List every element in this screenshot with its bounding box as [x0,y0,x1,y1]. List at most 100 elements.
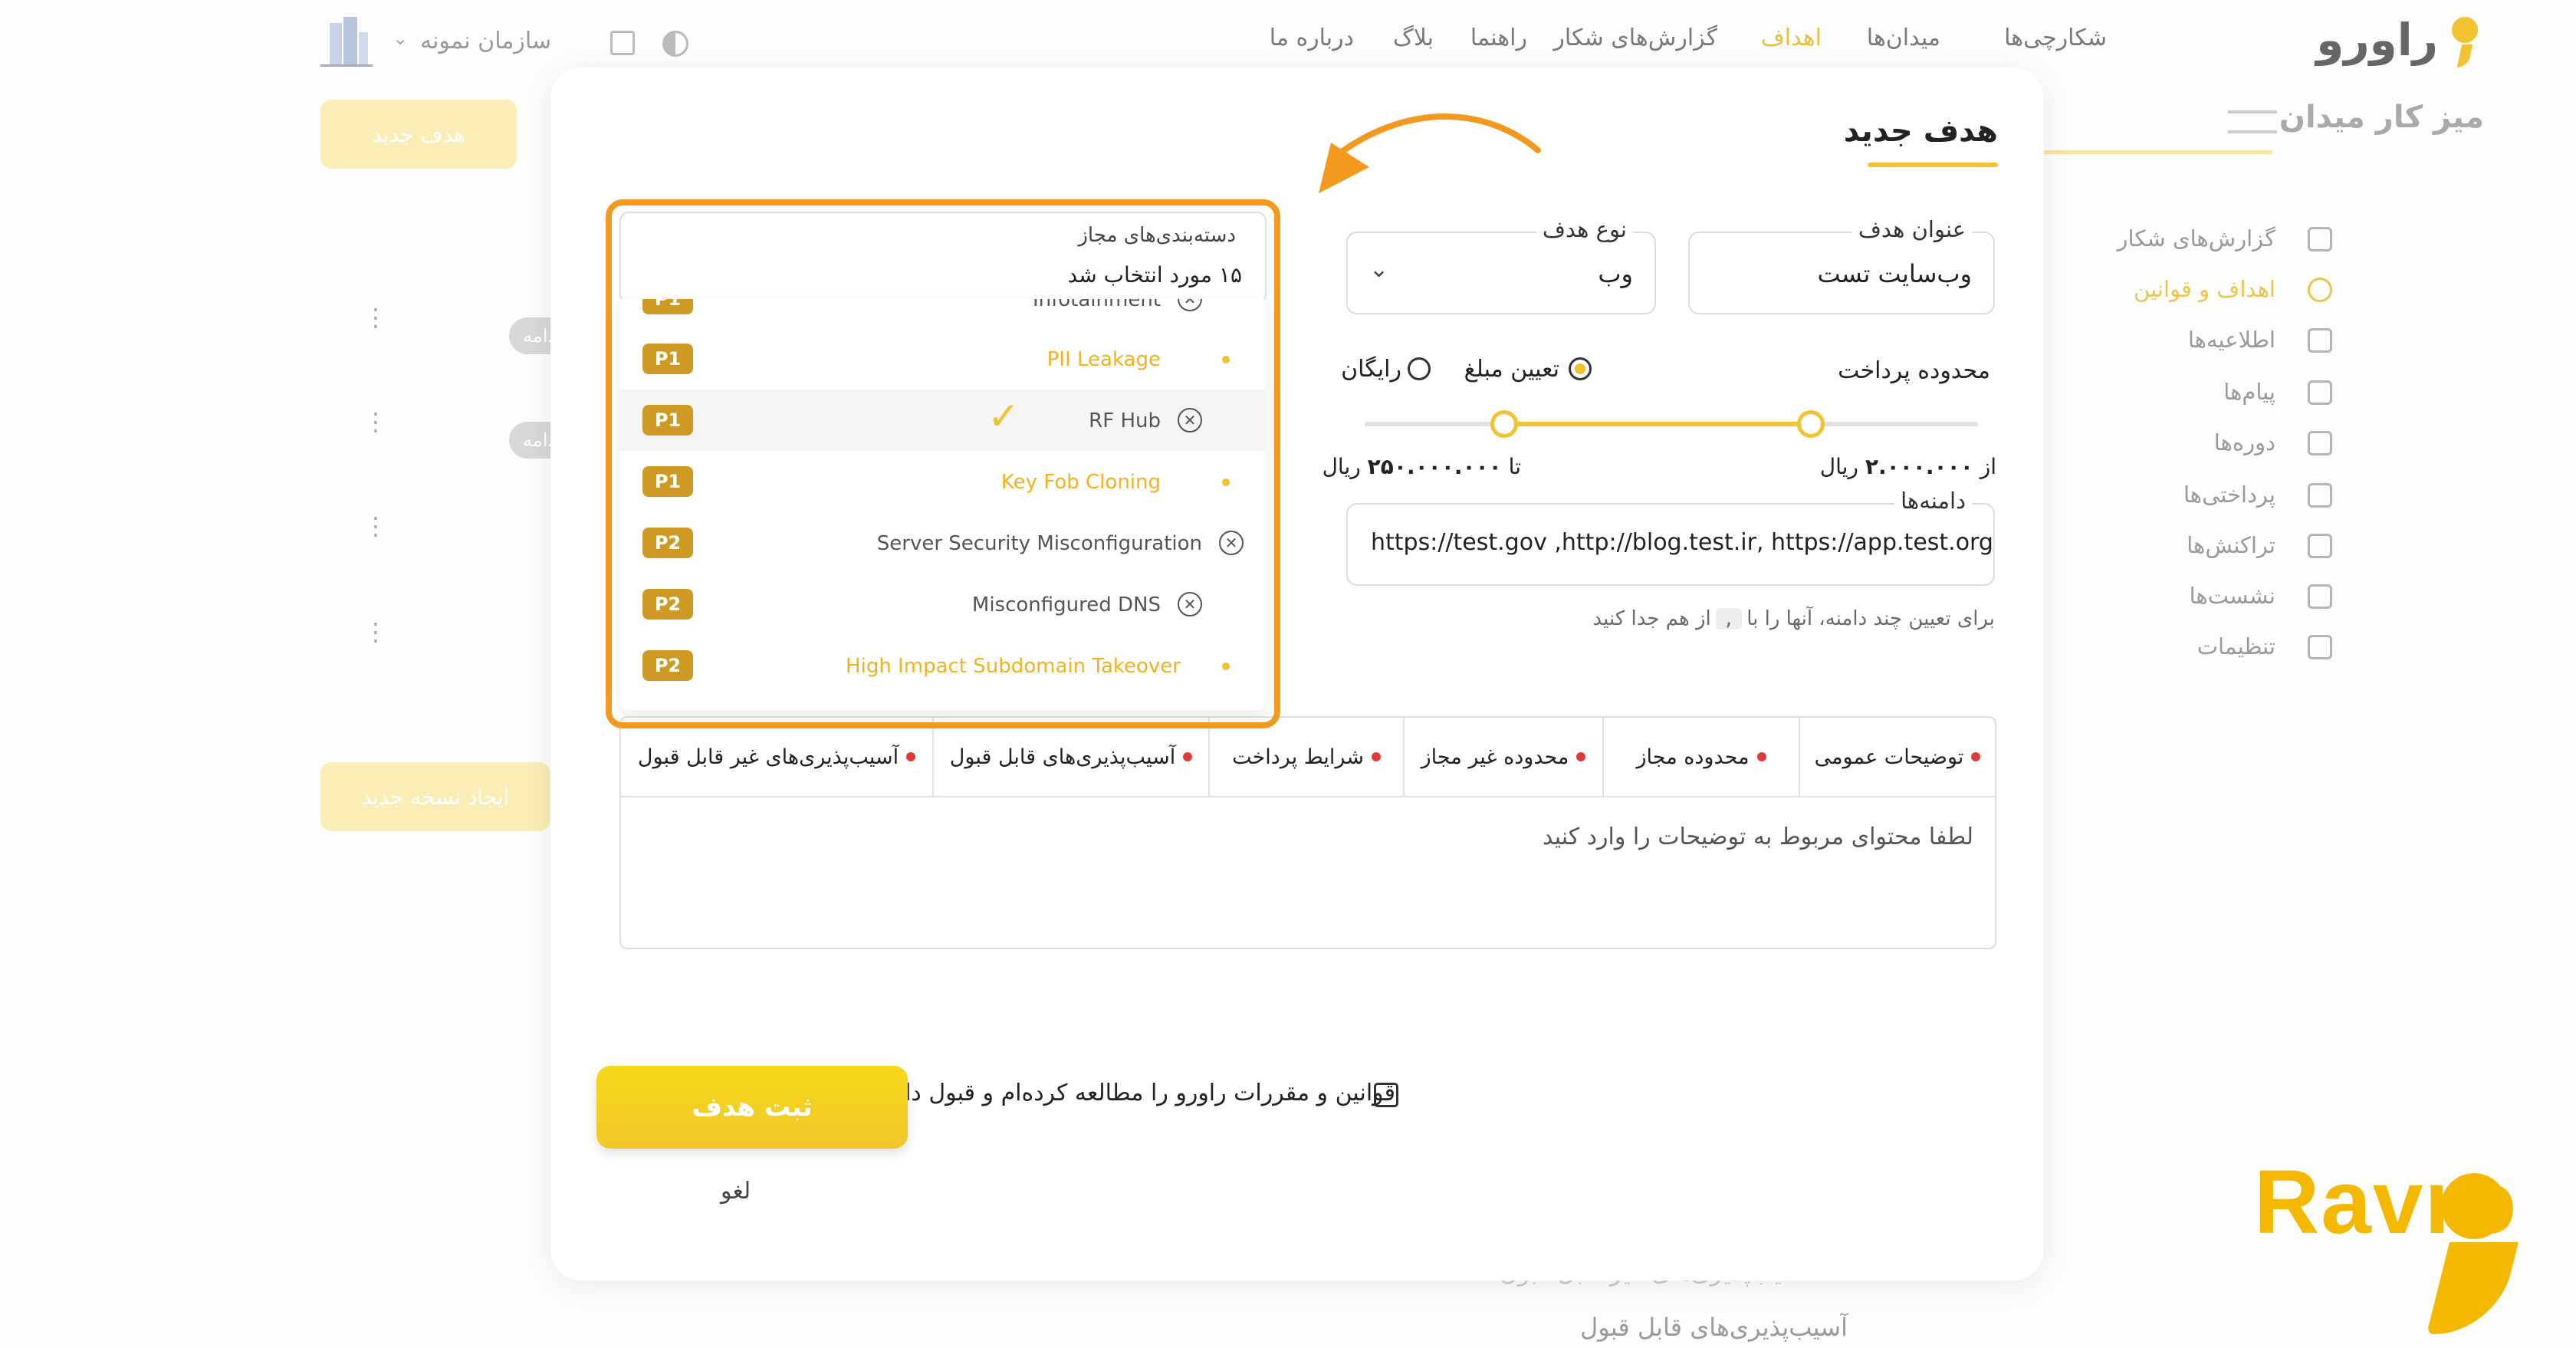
kebab-menu-icon[interactable]: ⋮ [363,620,388,644]
payment-free-label: رایگان [1341,356,1401,383]
payment-to-value: ۲۵۰.۰۰۰.۰۰۰ [1367,454,1502,479]
nav-item-fields[interactable]: میدان‌ها [1867,25,1940,51]
submit-target-button[interactable]: ثبت هدف [596,1066,908,1149]
terms-label: قوانین و مقررات راورو را مطالعه کرده‌ام … [879,1080,1395,1106]
kebab-menu-icon[interactable]: ⋮ [363,514,388,538]
payment-from-currency: ریال [1819,454,1858,479]
sidebar-item-hunt-reports[interactable]: گزارش‌های شکار [2118,225,2275,252]
payment-from-value: ۲.۰۰۰.۰۰۰ [1865,454,1973,479]
tab-in-scope[interactable]: محدوده مجاز [1602,718,1799,796]
tab-general-description[interactable]: توضیحات عمومی [1799,718,1995,796]
sidebar-item-periods[interactable]: دوره‌ها [2214,429,2275,455]
domains-hint: برای تعیین چند دامنه، آنها را با,از هم ج… [1593,607,1995,630]
nav-item-hunt-reports[interactable]: گزارش‌های شکار [1553,25,1717,51]
sidebar-item-messages[interactable]: پیام‌ها [2223,379,2275,405]
tab-label: توضیحات عمومی [1814,745,1964,769]
target-type-label: نوع هدف [1536,216,1633,242]
ravro-logo-dot [2441,1173,2507,1239]
tab-out-of-scope[interactable]: محدوده غیر مجاز [1403,718,1602,796]
required-dot [1371,752,1381,761]
payment-free-radio[interactable] [1408,357,1431,380]
domains-hint-before: برای تعیین چند دامنه، آنها را با [1746,607,1995,630]
domains-field[interactable]: دامنه‌ها https://test.gov ,http://blog.t… [1346,488,1995,586]
payment-slider-fill [1504,422,1811,426]
bg-acceptable-vulns: آسیب‌پذیری‌های قابل قبول [1579,1313,1848,1342]
sidebar-item-sessions[interactable]: نشست‌ها [2190,583,2275,609]
brand-logo-mark-tail [2456,44,2473,67]
payment-to-label: تا [1508,454,1521,479]
new-version-button-bg[interactable]: ایجاد نسخه جدید [320,762,550,831]
organization-name[interactable]: سازمان نمونه [420,28,551,54]
bug-icon [2308,227,2332,252]
organization-building-icon [320,17,373,67]
notification-icon[interactable] [610,31,635,55]
tab-label: محدوده غیر مجاز [1421,745,1569,769]
payment-from-text: از ۲.۰۰۰.۰۰۰ ریال [1820,454,1996,479]
payment-to-text: تا ۲۵۰.۰۰۰.۰۰۰ ریال [1322,454,1521,479]
nav-item-guide[interactable]: راهنما [1470,25,1527,51]
tab-label: محدوده مجاز [1636,745,1750,769]
target-icon [2308,278,2332,302]
sidebar-item-transactions[interactable]: تراکنش‌ها [2187,532,2275,558]
tab-label: آسیب‌پذیری‌های قابل قبول [949,745,1176,769]
cancel-button[interactable]: لغو [721,1178,751,1205]
menu-icon [2228,110,2277,133]
database-icon [2308,584,2332,609]
nav-item-targets[interactable]: اهداف [1761,25,1822,51]
domains-hint-after: از هم جدا کنید [1592,607,1711,630]
tab-payment-terms[interactable]: شرایط پرداخت [1208,718,1403,796]
sidebar-item-settings[interactable]: تنظیمات [2197,633,2275,659]
tab-label: آسیب‌پذیری‌های غیر قابل قبول [637,745,899,769]
target-type-value: وب [1598,259,1633,288]
brand-logo-text: راورو [2316,14,2438,66]
sidebar-item-announcements[interactable]: اطلاعیه‌ها [2188,327,2275,353]
description-editor: توضیحات عمومی محدوده مجاز محدوده غیر مجا… [619,716,1996,949]
description-textarea[interactable]: لطفا محتوای مربوط به توضیحات را وارد کنی… [1543,824,1973,850]
calendar-icon [2308,431,2332,455]
card-icon [2308,483,2332,508]
announcement-icon [2308,328,2332,353]
tab-acceptable-vulns[interactable]: آسیب‌پذیری‌های قابل قبول [932,718,1208,796]
payment-to-currency: ریال [1322,454,1361,479]
required-dot [1971,752,1981,761]
target-title-field[interactable]: عنوان هدف وب‌سایت تست [1688,216,1995,314]
nav-item-about[interactable]: درباره ما [1270,25,1354,51]
payment-set-amount-label: تعیین مبلغ [1464,356,1559,383]
nav-item-blog[interactable]: بلاگ [1393,25,1434,51]
annotation-arrow-icon [1319,113,1541,193]
required-dot [1183,752,1193,761]
tab-unacceptable-vulns[interactable]: آسیب‌پذیری‌های غیر قابل قبول [621,718,932,796]
payment-slider-max-handle[interactable] [1797,410,1825,438]
transaction-icon [2308,534,2332,558]
sidebar-item-targets-rules[interactable]: اهداف و قوانین [2134,276,2275,302]
description-tabs: توضیحات عمومی محدوده مجاز محدوده غیر مجا… [621,718,1995,797]
required-dot [1576,752,1586,761]
settings-sliders-icon [2308,635,2332,659]
domains-hint-separator: , [1715,608,1743,630]
message-icon [2308,380,2332,405]
chevron-down-icon[interactable]: ⌄ [393,28,408,49]
target-type-select[interactable]: نوع هدف وب ⌄ [1346,216,1656,314]
dashboard-title: میز کار میدان [2279,100,2484,135]
sidebar-item-payments[interactable]: پرداختی‌ها [2183,482,2275,508]
modal-title: هدف جدید [1843,113,1998,149]
target-title-value: وب‌سایت تست [1817,259,1972,288]
kebab-menu-icon[interactable]: ⋮ [363,409,388,434]
nav-item-hunters[interactable]: شکارچی‌ها [2004,25,2107,51]
modal-title-underline [1868,163,1998,167]
brand-logo-mark [2452,17,2478,43]
target-title-label: عنوان هدف [1852,216,1972,242]
payment-set-amount-radio[interactable] [1569,357,1592,380]
highlight-outline [606,199,1280,728]
payment-from-label: از [1980,454,1996,479]
tab-label: شرایط پرداخت [1232,745,1364,769]
required-dot [906,752,916,761]
chevron-down-icon: ⌄ [1369,256,1389,283]
payment-slider-min-handle[interactable] [1490,410,1518,438]
payment-range-label: محدوده پرداخت [1838,357,1990,384]
new-target-button-bg[interactable]: هدف جدید [320,100,517,169]
kebab-menu-icon[interactable]: ⋮ [363,305,388,330]
theme-toggle-icon[interactable] [662,31,688,57]
domains-label: دامنه‌ها [1894,488,1972,514]
required-dot [1756,752,1766,761]
